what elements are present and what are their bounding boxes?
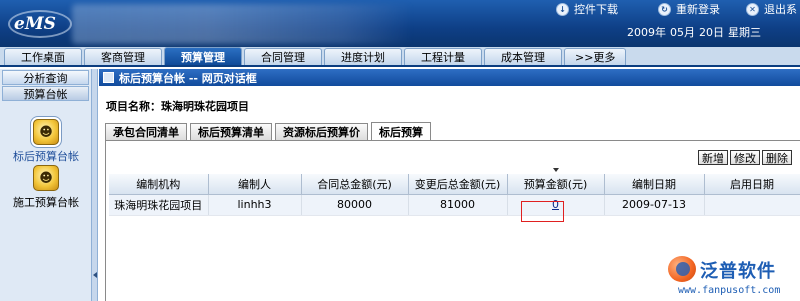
exit-icon: ✕: [746, 2, 759, 16]
budget-grid: 编制机构 编制人 合同总金额(元) 变更后总金额(元) 预算金额(元) 编制日期…: [109, 168, 800, 216]
download-icon: ↓: [556, 2, 569, 16]
exit-label: 退出系: [764, 3, 797, 16]
tab-post-bid-list[interactable]: 标后预算清单: [190, 123, 272, 140]
column-header-changed-total[interactable]: 变更后总金额(元): [408, 174, 508, 195]
tab-post-bid-budget[interactable]: 标后预算: [371, 122, 431, 140]
app-header: eMS ↓ 控件下载 ↻ 重新登录 ✕ 退出系 2009年 05月 20日 星期…: [0, 0, 800, 47]
sidebar-section-budget-ledger[interactable]: 预算台帐: [2, 86, 89, 101]
dialog-titlebar: 标后预算台帐 -- 网页对话框: [99, 69, 800, 86]
nav-tab-contracts[interactable]: 合同管理: [244, 48, 322, 65]
cell-enable-date: [704, 194, 800, 216]
sidebar-item-label: 施工预算台帐: [13, 196, 79, 209]
nav-tab-workspace[interactable]: 工作桌面: [4, 48, 82, 65]
project-name-line: 项目名称：珠海明珠花园项目: [106, 98, 249, 114]
collapse-arrow-icon[interactable]: [93, 272, 97, 278]
date-day: 20日: [699, 26, 724, 39]
sub-tabs: 承包合同清单 标后预算清单 资源标后预算价 标后预算: [105, 122, 431, 140]
add-button[interactable]: 新增: [698, 150, 728, 165]
date-weekday: 星期三: [728, 26, 761, 39]
cell-changed-total: 81000: [408, 194, 508, 216]
nav-tab-cost[interactable]: 成本管理: [484, 48, 562, 65]
sidebar-section-analysis[interactable]: 分析查询: [2, 70, 89, 85]
delete-button[interactable]: 删除: [762, 150, 792, 165]
sort-arrow-icon: [552, 168, 559, 172]
nav-tab-measurement[interactable]: 工程计量: [404, 48, 482, 65]
column-header-budget-amount-label: 预算金额(元): [523, 177, 588, 191]
dialog-title: 标后预算台帐 -- 网页对话框: [119, 71, 257, 85]
project-name: 珠海明珠花园项目: [161, 100, 249, 113]
edit-button[interactable]: 修改: [730, 150, 760, 165]
tab-resource-price[interactable]: 资源标后预算价: [275, 123, 368, 140]
app-logo: eMS: [6, 8, 74, 40]
cell-org: 珠海明珠花园项目: [109, 194, 209, 216]
date-month: 05月: [670, 26, 695, 39]
column-header-budget-amount[interactable]: 预算金额(元): [507, 168, 605, 195]
nav-tab-schedule[interactable]: 进度计划: [324, 48, 402, 65]
sidebar: 分析查询 预算台帐 ☻ 标后预算台帐 ☻ 施工预算台帐: [0, 69, 92, 301]
exit-link[interactable]: ✕ 退出系: [746, 2, 797, 16]
column-header-contract-total[interactable]: 合同总金额(元): [301, 174, 409, 195]
relogin-label: 重新登录: [676, 3, 720, 16]
watermark-url: www.fanpusoft.com: [678, 285, 781, 296]
column-header-prep-date[interactable]: 编制日期: [604, 174, 705, 195]
tab-contract-list[interactable]: 承包合同清单: [105, 123, 187, 140]
sidebar-item-label: 标后预算台帐: [13, 150, 79, 163]
watermark-logo-icon: [668, 256, 696, 282]
project-label: 项目名称：: [106, 100, 161, 113]
cell-contract-total: 80000: [301, 194, 409, 216]
ledger-icon: ☻: [33, 165, 59, 191]
relogin-icon: ↻: [658, 2, 671, 16]
cell-preparer: linhh3: [208, 194, 302, 216]
ledger-icon: ☻: [33, 119, 59, 145]
sidebar-collapse-handle[interactable]: [92, 69, 98, 301]
sidebar-item-construction-ledger[interactable]: ☻ 施工预算台帐: [0, 165, 92, 210]
highlight-box: [521, 201, 564, 222]
relogin-link[interactable]: ↻ 重新登录: [658, 2, 720, 16]
table-row[interactable]: 珠海明珠花园项目 linhh3 80000 81000 0 2009-07-13: [109, 194, 800, 216]
download-controls-link[interactable]: ↓ 控件下载: [556, 2, 618, 16]
current-date: 2009年 05月 20日 星期三: [627, 24, 761, 40]
banner-graphic: [72, 4, 412, 44]
cell-prep-date: 2009-07-13: [604, 194, 705, 216]
watermark-name: 泛普软件: [700, 261, 776, 282]
logo-text: eMS: [14, 14, 56, 34]
nav-tab-budget[interactable]: 预算管理: [164, 47, 242, 65]
column-header-org[interactable]: 编制机构: [109, 174, 209, 195]
nav-more[interactable]: >>更多: [564, 48, 627, 65]
action-buttons: 新增 修改 删除: [698, 150, 792, 165]
download-controls-label: 控件下载: [574, 3, 618, 16]
grid-header-row: 编制机构 编制人 合同总金额(元) 变更后总金额(元) 预算金额(元) 编制日期…: [109, 168, 800, 195]
watermark: 泛普软件 www.fanpusoft.com: [668, 254, 800, 301]
nav-tab-merchants[interactable]: 客商管理: [84, 48, 162, 65]
date-year: 2009年: [627, 26, 666, 39]
main-nav: 工作桌面 客商管理 预算管理 合同管理 进度计划 工程计量 成本管理 >>更多: [0, 47, 800, 67]
column-header-enable-date[interactable]: 启用日期: [704, 174, 800, 195]
sidebar-item-post-bid-ledger[interactable]: ☻ 标后预算台帐: [0, 119, 92, 164]
column-header-preparer[interactable]: 编制人: [208, 174, 302, 195]
window-icon: [103, 72, 114, 83]
